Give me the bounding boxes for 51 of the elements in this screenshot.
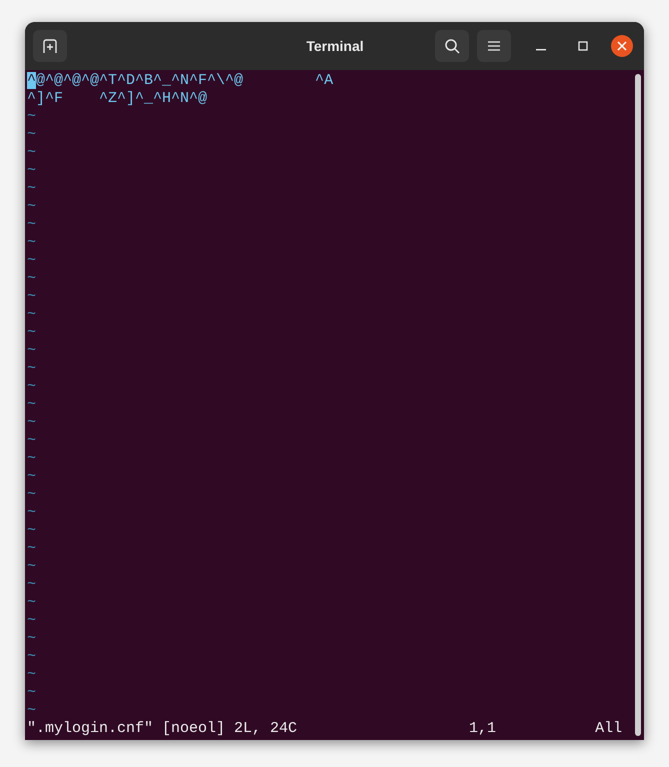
empty-line-marker: ~ — [27, 486, 36, 504]
maximize-icon — [578, 41, 588, 51]
close-icon — [617, 41, 627, 51]
empty-line-marker: ~ — [27, 630, 36, 648]
empty-line-marker: ~ — [27, 666, 36, 684]
empty-line-marker: ~ — [27, 432, 36, 450]
empty-line-marker: ~ — [27, 576, 36, 594]
empty-line-marker: ~ — [27, 558, 36, 576]
close-button[interactable] — [611, 35, 633, 57]
empty-line-marker: ~ — [27, 198, 36, 216]
empty-line-marker: ~ — [27, 612, 36, 630]
empty-line-marker: ~ — [27, 162, 36, 180]
empty-line-marker: ~ — [27, 288, 36, 306]
empty-line-marker: ~ — [27, 216, 36, 234]
empty-line-marker: ~ — [27, 378, 36, 396]
empty-line-marker: ~ — [27, 540, 36, 558]
empty-line-marker: ~ — [27, 252, 36, 270]
empty-line-marker: ~ — [27, 504, 36, 522]
menu-icon — [488, 40, 500, 52]
scroll-position: All — [595, 720, 622, 738]
search-icon — [444, 38, 460, 54]
search-button[interactable] — [435, 30, 469, 62]
empty-line-marker: ~ — [27, 108, 36, 126]
window-title: Terminal — [305, 36, 365, 56]
status-message: ".mylogin.cnf" [noeol] 2L, 24C — [27, 720, 298, 738]
text-line: ^@^@^@^@^T^D^B^_^N^F^\^@ ^A — [27, 72, 334, 90]
empty-line-marker: ~ — [27, 648, 36, 666]
new-tab-button[interactable] — [33, 30, 67, 62]
empty-line-marker: ~ — [27, 324, 36, 342]
empty-line-marker: ~ — [27, 306, 36, 324]
empty-line-marker: ~ — [27, 270, 36, 288]
scrollbar[interactable] — [635, 74, 641, 736]
empty-line-marker: ~ — [27, 360, 36, 378]
empty-line-marker: ~ — [27, 468, 36, 486]
empty-line-marker: ~ — [27, 234, 36, 252]
empty-line-marker: ~ — [27, 522, 36, 540]
menu-button[interactable] — [477, 30, 511, 62]
empty-line-marker: ~ — [27, 702, 36, 720]
empty-line-marker: ~ — [27, 342, 36, 360]
empty-line-marker: ~ — [27, 450, 36, 468]
text-line: ^]^F ^Z^]^_^H^N^@ — [27, 90, 208, 108]
empty-line-marker: ~ — [27, 396, 36, 414]
new-tab-icon — [42, 38, 58, 54]
empty-line-marker: ~ — [27, 144, 36, 162]
empty-line-marker: ~ — [27, 126, 36, 144]
cursor-position: 1,1 — [469, 720, 496, 738]
empty-line-marker: ~ — [27, 594, 36, 612]
empty-line-marker: ~ — [27, 180, 36, 198]
empty-line-marker: ~ — [27, 684, 36, 702]
minimize-icon — [536, 49, 546, 51]
empty-line-marker: ~ — [27, 414, 36, 432]
